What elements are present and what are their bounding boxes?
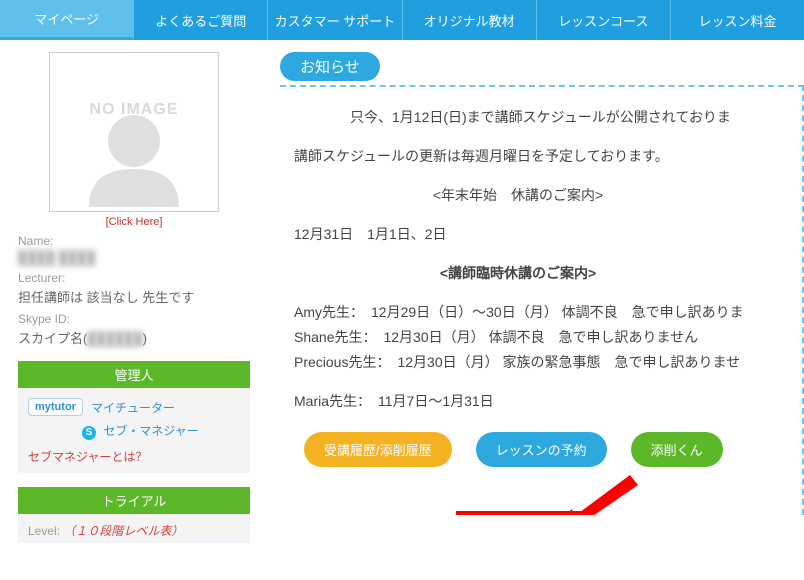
content-area: お知らせ 只今、1月12日(日)まで講師スケジュールが公開されておりま 講師スケ… — [260, 52, 804, 543]
trial-panel-body: Level: （１０段階レベル表） — [18, 514, 250, 543]
level-label: Level: — [28, 524, 60, 538]
annotation-rectangle — [456, 511, 586, 515]
skype-label: Skype ID: — [18, 312, 250, 326]
lecturer-label: Lecturer: — [18, 271, 250, 285]
tensaku-button[interactable]: 添削くん — [631, 432, 723, 467]
notice-line-holiday-dates: 12月31日 1月1日、2日 — [294, 224, 802, 245]
notice-line-schedule: 只今、1月12日(日)まで講師スケジュールが公開されておりま — [350, 107, 802, 128]
notice-teacher-amy: Amy先生： 12月29日（日）～30日（月） 体調不良 急で申し訳ありま — [294, 302, 802, 323]
reserve-button[interactable]: レッスンの予約 — [476, 432, 607, 467]
admin-link-mytutor[interactable]: マイチューター — [91, 399, 175, 416]
lecturer-value: 担任講師は 該当なし 先生です — [18, 287, 250, 306]
notice-teacher-maria: Maria先生： 11月7日～1月31日 — [294, 391, 802, 412]
level-link[interactable]: （１０段階レベル表） — [63, 524, 183, 538]
notice-line-holiday-head: <年末年始 休講のご案内> — [294, 185, 742, 206]
trial-panel-header: トライアル — [18, 487, 250, 514]
skype-icon: S — [82, 426, 96, 440]
nav-tab-price[interactable]: レッスン料金 — [671, 0, 804, 40]
top-nav: マイページ よくあるご質問 カスタマー サポート オリジナル教材 レッスンコース… — [0, 0, 804, 40]
nav-tab-material[interactable]: オリジナル教材 — [403, 0, 537, 40]
name-label: Name: — [18, 234, 250, 248]
notice-box: 只今、1月12日(日)まで講師スケジュールが公開されておりま 講師スケジュールの… — [280, 85, 804, 515]
admin-panel-body: mytutor マイチューター S セブ・マネジャー セブマネジャーとは？ — [18, 388, 250, 473]
nav-tab-faq[interactable]: よくあるご質問 — [134, 0, 268, 40]
notice-line-temp-head: <講師臨時休講のご案内> — [294, 263, 742, 284]
notice-header: お知らせ — [280, 52, 380, 81]
admin-link-cebu[interactable]: セブ・マネジャー — [103, 424, 198, 438]
skype-value: スカイプ名(██████) — [18, 328, 250, 347]
admin-link-whatis[interactable]: セブマネジャーとは？ — [28, 450, 147, 464]
notice-teacher-shane: Shane先生： 12月30日（月） 体調不良 急で申し訳ありません — [294, 327, 802, 348]
admin-panel-header: 管理人 — [18, 361, 250, 388]
annotation-arrow-icon — [550, 467, 640, 515]
notice-line-update: 講師スケジュールの更新は毎週月曜日を予定しております。 — [294, 146, 802, 167]
mytutor-badge-icon: mytutor — [28, 398, 83, 416]
sidebar: NO IMAGE [Click Here] Name: ████ ████ Le… — [0, 52, 260, 543]
profile-image-box[interactable]: NO IMAGE — [49, 52, 219, 212]
action-buttons-row: 受講履歴/添削履歴 レッスンの予約 添削くん — [304, 432, 802, 467]
nav-tab-course[interactable]: レッスンコース — [537, 0, 671, 40]
notice-teacher-precious: Precious先生： 12月30日（月） 家族の緊急事態 急で申し訳ありませ — [294, 352, 802, 373]
click-here-link[interactable]: [Click Here] — [18, 216, 250, 228]
history-button[interactable]: 受講履歴/添削履歴 — [304, 432, 452, 467]
avatar-placeholder-icon — [79, 107, 189, 207]
name-value: ████ ████ — [18, 250, 250, 265]
nav-tab-support[interactable]: カスタマー サポート — [268, 0, 402, 40]
nav-tab-mypage[interactable]: マイページ — [0, 0, 134, 40]
